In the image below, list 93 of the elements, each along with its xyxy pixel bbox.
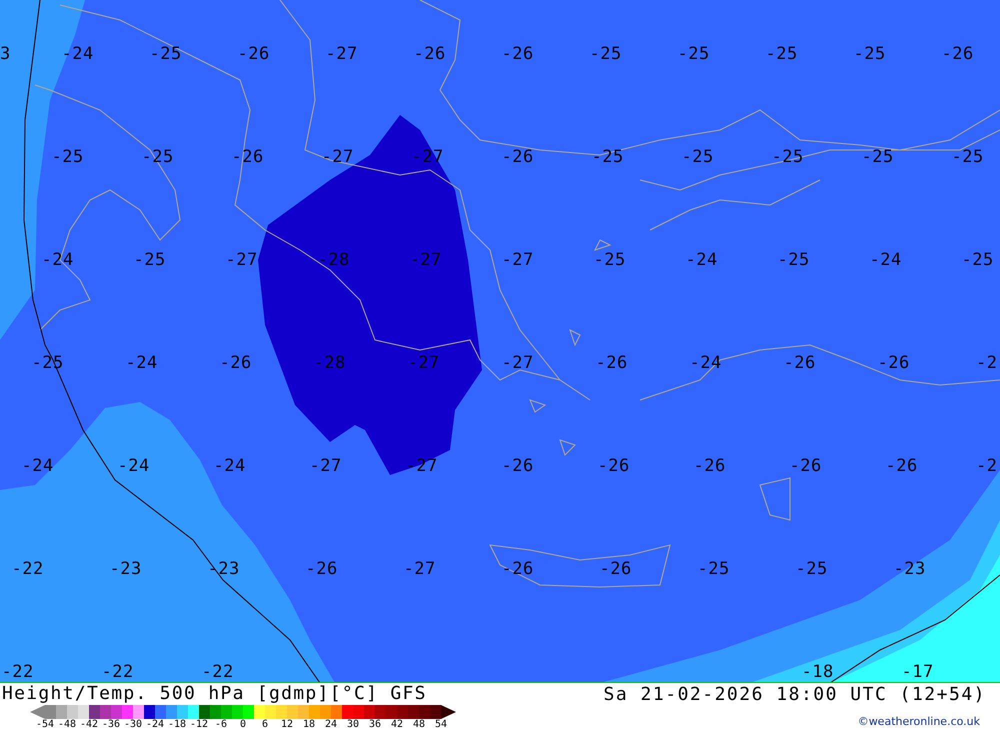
legend-tick-label: -24 (144, 719, 166, 731)
temperature-label: -25 (52, 148, 84, 166)
temperature-label: -28 (318, 251, 350, 269)
legend-tick-label: -36 (100, 719, 122, 731)
temperature-label: -26 (784, 354, 816, 372)
temperature-label: -25 (796, 560, 828, 578)
temperature-label: -25 (962, 251, 994, 269)
temperature-label: -27 (410, 251, 442, 269)
temperature-label: -26 (220, 354, 252, 372)
copyright-link[interactable]: ©weatheronline.co.uk (858, 715, 980, 728)
temperature-label: -28 (314, 354, 346, 372)
temperature-label: -25 (590, 45, 622, 63)
temperature-label: -24 (22, 457, 54, 475)
temperature-label: -18 (802, 663, 834, 681)
temperature-label: -25 (678, 45, 710, 63)
temperature-label: -24 (62, 45, 94, 63)
temperature-label: -26 (886, 457, 918, 475)
temperature-label: -26 (414, 45, 446, 63)
temperature-label: -25 (142, 148, 174, 166)
temperature-label: -27 (502, 251, 534, 269)
temperature-label: -26 (878, 354, 910, 372)
temperature-label: -27 (322, 148, 354, 166)
temperature-label: -26 (502, 148, 534, 166)
temperature-label: -26 (598, 457, 630, 475)
temperature-label: -26 (600, 560, 632, 578)
temperature-label: -2 (976, 354, 998, 372)
legend-tick-label: -6 (214, 719, 228, 731)
legend-tick-label: 30 (346, 719, 360, 731)
temperature-label: -26 (942, 45, 974, 63)
temperature-label: -26 (502, 457, 534, 475)
temperature-label: -25 (952, 148, 984, 166)
temperature-label: -26 (238, 45, 270, 63)
temperature-label: -25 (766, 45, 798, 63)
temperature-label: -27 (404, 560, 436, 578)
legend-tick-label: -12 (188, 719, 210, 731)
temperature-label: -27 (310, 457, 342, 475)
legend-tick-label: 48 (412, 719, 426, 731)
forecast-timestamp: Sa 21-02-2026 18:00 UTC (12+54) (604, 683, 986, 707)
legend-tick-label: 18 (302, 719, 316, 731)
temperature-label: -26 (306, 560, 338, 578)
temperature-label: -27 (226, 251, 258, 269)
low-end-arrow-icon (30, 705, 45, 719)
temperature-label: -25 (134, 251, 166, 269)
temperature-label: -24 (214, 457, 246, 475)
temperature-label: -24 (126, 354, 158, 372)
temperature-label: -27 (412, 148, 444, 166)
high-end-arrow-icon (441, 705, 456, 719)
legend-tick-label: 36 (368, 719, 382, 731)
temperature-label: -25 (772, 148, 804, 166)
temperature-label: -25 (862, 148, 894, 166)
legend-tick-label: 0 (238, 719, 248, 731)
temperature-label: -25 (150, 45, 182, 63)
temperature-label: -22 (2, 663, 34, 681)
temperature-label: -27 (408, 354, 440, 372)
temperature-label: -27 (502, 354, 534, 372)
temperature-label: 3 (0, 45, 11, 63)
legend-tick-label: -42 (78, 719, 100, 731)
legend-tick-label: 6 (260, 719, 270, 731)
temperature-label: -23 (894, 560, 926, 578)
legend-tick-label: -30 (122, 719, 144, 731)
temperature-label: -24 (686, 251, 718, 269)
temperature-label: -26 (232, 148, 264, 166)
temperature-label: -26 (502, 560, 534, 578)
temperature-label: -24 (42, 251, 74, 269)
temperature-label: -25 (778, 251, 810, 269)
temperature-label: -25 (592, 148, 624, 166)
temperature-label: -27 (406, 457, 438, 475)
temperature-label: -24 (690, 354, 722, 372)
temperature-label: -22 (102, 663, 134, 681)
legend-tick-label: 24 (324, 719, 338, 731)
temperature-label: -17 (902, 663, 934, 681)
legend-tick-label: -54 (34, 719, 56, 731)
temperature-label: -22 (202, 663, 234, 681)
temperature-label: -24 (870, 251, 902, 269)
temperature-label: -2 (976, 457, 998, 475)
temperature-label: -25 (594, 251, 626, 269)
temperature-label: -23 (110, 560, 142, 578)
temperature-label: -26 (596, 354, 628, 372)
temperature-label: -25 (854, 45, 886, 63)
legend-tick-label: -18 (166, 719, 188, 731)
legend-tick-label: 42 (390, 719, 404, 731)
temperature-label: -26 (790, 457, 822, 475)
temperature-label: -27 (326, 45, 358, 63)
temperature-label: -26 (502, 45, 534, 63)
legend-tick-label: 54 (434, 719, 448, 731)
legend-tick-label: 12 (280, 719, 294, 731)
chart-title: Height/Temp. 500 hPa [gdmp][°C] GFS (2, 683, 428, 705)
temperature-label: -26 (694, 457, 726, 475)
temperature-label: -24 (118, 457, 150, 475)
temperature-label: -22 (12, 560, 44, 578)
temperature-label: -25 (682, 148, 714, 166)
temperature-label: -25 (698, 560, 730, 578)
legend-tick-label: -48 (56, 719, 78, 731)
